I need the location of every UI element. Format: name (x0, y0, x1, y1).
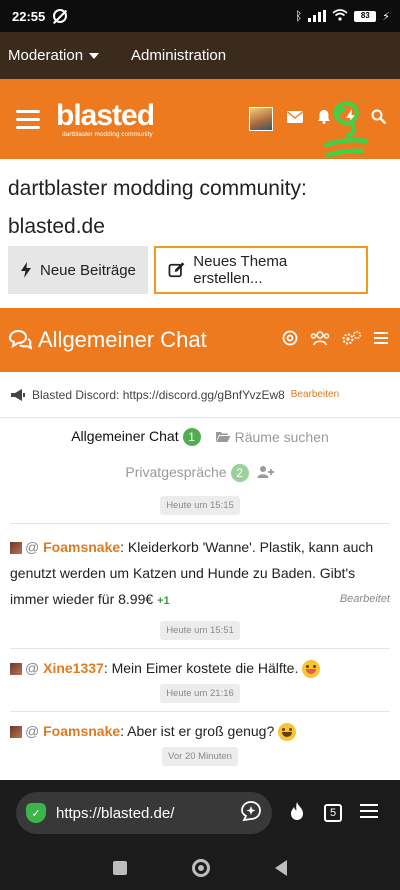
new-posts-button[interactable]: Neue Beiträge (8, 246, 148, 294)
message-timestamp: Heute um 15:51 (160, 621, 240, 640)
tab-search-rooms[interactable]: Räume suchen (215, 429, 329, 445)
new-thread-label: Neues Thema erstellen... (193, 253, 288, 287)
menu-icon[interactable] (374, 331, 388, 349)
status-time: 22:55 (12, 8, 46, 24)
signal-icon (308, 10, 327, 22)
tab-general-label: Allgemeiner Chat (71, 428, 179, 444)
comments-icon (8, 330, 32, 350)
avatar[interactable] (10, 542, 22, 555)
logo-tagline: dartblaster modding community (62, 130, 153, 138)
general-count-badge: 1 (182, 428, 201, 446)
message-timestamp: Vor 20 Minuten (162, 747, 238, 766)
message-text: : Mein Eimer kostete die Hälfte. (103, 660, 299, 676)
chat-message: @ Xine1337: Mein Eimer kostete die Hälft… (0, 655, 400, 681)
moderation-label: Moderation (8, 47, 84, 64)
lifebuoy-icon[interactable] (282, 330, 298, 351)
system-navbar (0, 846, 400, 890)
tab-rooms-label: Räume suchen (234, 429, 329, 445)
squinting-tongue-emoji (302, 660, 321, 679)
charging-icon: ⚡ (382, 10, 390, 23)
like-count: +1 (157, 595, 170, 607)
tab-private-chats[interactable]: Privatgespräche 2 (125, 464, 249, 482)
administration-label: Administration (131, 47, 227, 64)
envelope-icon[interactable] (287, 110, 303, 128)
edited-label: Bearbeitet (339, 593, 390, 605)
avatar[interactable] (10, 663, 22, 676)
announcement-edit-link[interactable]: Bearbeiten (291, 389, 339, 400)
chat-messages: Heute um 15:15 @ Foamsnake: Kleiderkorb … (0, 490, 400, 780)
message-text: : Aber ist er groß genug? (120, 723, 275, 739)
lightning-icon[interactable] (345, 108, 357, 130)
back-button[interactable] (275, 860, 288, 876)
url-text: https://blasted.de/ (56, 804, 175, 822)
new-thread-button[interactable]: Neues Thema erstellen... (154, 246, 368, 294)
users-icon[interactable] (310, 330, 330, 351)
bluetooth-icon: ᛒ (295, 9, 303, 23)
message-timestamp: Heute um 15:15 (160, 496, 240, 515)
message-username[interactable]: Foamsnake (43, 723, 120, 739)
chevron-down-icon (89, 52, 100, 59)
mute-icon (53, 9, 68, 23)
settings-icon[interactable] (342, 330, 362, 351)
chat-title: Allgemeiner Chat (38, 327, 207, 352)
site-header: blasted dartblaster modding community (0, 79, 400, 159)
battery-icon: 83 (354, 10, 377, 22)
message-username[interactable]: Xine1337 (43, 660, 104, 676)
user-avatar[interactable] (249, 107, 273, 131)
message-timestamp: Heute um 21:16 (160, 684, 240, 703)
tab-general-chat[interactable]: Allgemeiner Chat 1 (71, 428, 201, 446)
recents-button[interactable] (112, 861, 127, 875)
browser-toolbar: ✓ https://blasted.de/ 5 (0, 780, 400, 846)
browser-menu-icon[interactable] (360, 803, 378, 823)
hamburger-menu-icon[interactable] (16, 109, 40, 129)
moderation-menu[interactable]: Moderation (8, 47, 100, 64)
chat-announcement: Blasted Discord: https://discord.gg/gBnf… (0, 372, 400, 418)
chat-message: @ Foamsnake: Aber ist er groß genug? (0, 718, 400, 744)
announcement-text: Blasted Discord: https://discord.gg/gBnf… (32, 387, 285, 402)
chat-header: Allgemeiner Chat (0, 308, 400, 372)
page-title: dartblaster modding community: blasted.d… (8, 177, 307, 238)
tab-private-label: Privatgespräche (125, 464, 227, 480)
avatar[interactable] (10, 726, 22, 739)
status-bar: 22:55 ᛒ 83 ⚡ (0, 0, 400, 32)
new-posts-label: Neue Beiträge (40, 261, 136, 279)
bell-icon[interactable] (317, 109, 331, 129)
admin-nav: Moderation Administration (0, 32, 400, 79)
wifi-icon (332, 8, 348, 24)
lightning-icon (21, 262, 31, 278)
administration-link[interactable]: Administration (131, 47, 226, 64)
add-user-icon[interactable] (257, 465, 275, 482)
edit-icon (168, 262, 185, 278)
message-username[interactable]: Foamsnake (43, 539, 120, 555)
chat-message: @ Foamsnake: Kleiderkorb 'Wanne'. Plasti… (0, 534, 400, 614)
site-logo[interactable]: blasted dartblaster modding community (56, 98, 155, 138)
search-icon[interactable] (371, 109, 387, 129)
logo-word: blasted (56, 98, 155, 132)
assistant-icon[interactable] (240, 800, 262, 826)
grinning-emoji (278, 723, 297, 742)
flame-icon[interactable] (288, 801, 306, 826)
shield-check-icon: ✓ (26, 803, 46, 823)
megaphone-icon (11, 388, 25, 401)
private-count-badge: 2 (230, 464, 249, 482)
home-button[interactable] (191, 859, 210, 877)
address-bar[interactable]: ✓ https://blasted.de/ (16, 792, 272, 834)
tab-count-button[interactable]: 5 (324, 804, 342, 822)
folder-open-icon (215, 432, 231, 442)
